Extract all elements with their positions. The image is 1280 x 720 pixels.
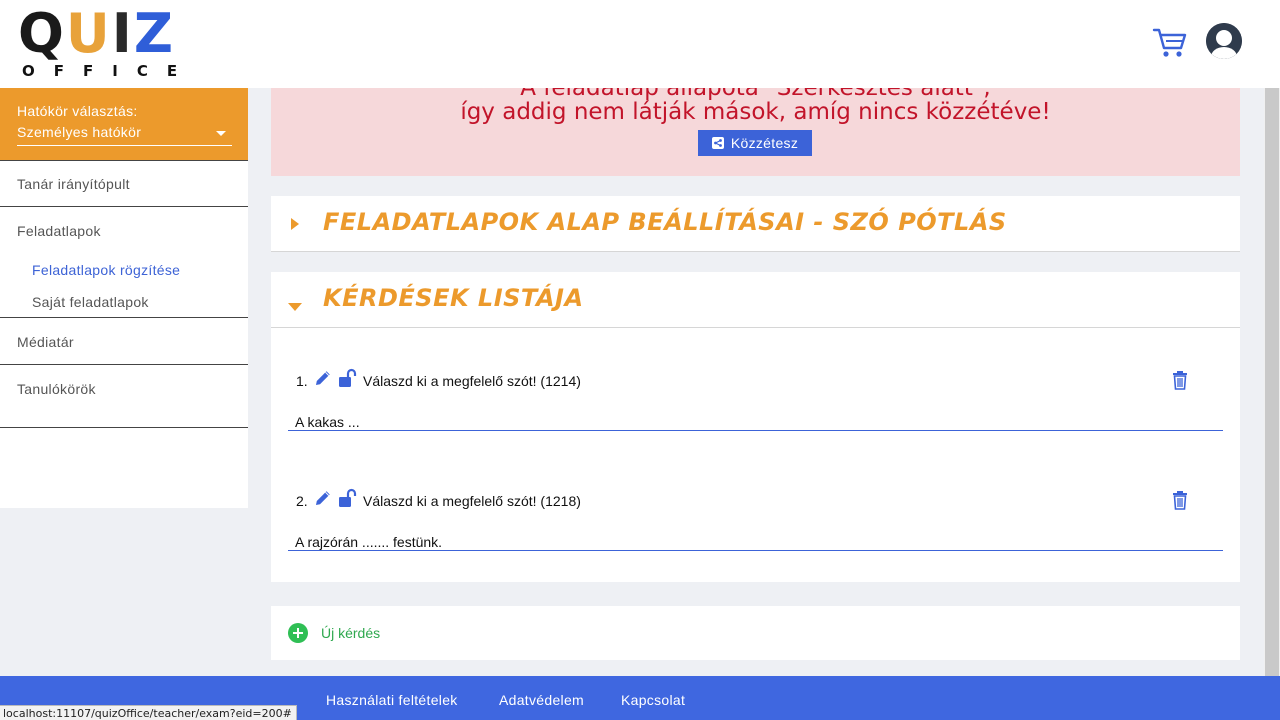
footer-link-contact[interactable]: Kapcsolat	[621, 692, 685, 708]
question-title: Válaszd ki a megfelelő szót! (1214)	[363, 373, 581, 389]
sidebar: Hatókör választás: Személyes hatókör Tan…	[0, 88, 248, 508]
footer-link-terms[interactable]: Használati feltételek	[326, 692, 458, 708]
divider	[0, 206, 248, 207]
publish-button[interactable]: Közzétesz	[698, 130, 812, 156]
share-icon	[711, 137, 724, 149]
scope-dropdown[interactable]: Személyes hatókör	[17, 124, 232, 146]
footer-link-privacy[interactable]: Adatvédelem	[499, 692, 584, 708]
question-underline	[288, 550, 1223, 551]
pencil-icon[interactable]	[314, 489, 332, 507]
questions-panel-title: KÉRDÉSEK LISTÁJA	[323, 284, 584, 312]
question-title: Válaszd ki a megfelelő szót! (1218)	[363, 493, 581, 509]
new-question-button[interactable]: Új kérdés	[288, 623, 380, 643]
scope-label: Hatókör választás:	[17, 103, 138, 119]
chevron-down-icon	[216, 131, 226, 136]
scrollbar-thumb[interactable]	[1265, 75, 1279, 676]
sidebar-item-dashboard[interactable]: Tanár irányítópult	[0, 176, 248, 192]
divider	[0, 317, 248, 318]
new-question-panel: Új kérdés	[271, 606, 1240, 660]
sidebar-item-learning-circles[interactable]: Tanulókörök	[0, 381, 248, 397]
user-avatar-icon[interactable]	[1206, 23, 1242, 59]
logo-word: QUIZ	[18, 2, 176, 65]
plus-circle-icon	[288, 623, 308, 643]
question-text: A rajzórán ....... festünk.	[295, 534, 443, 550]
scope-value: Személyes hatókör	[17, 124, 142, 140]
new-question-label: Új kérdés	[321, 625, 381, 641]
settings-panel-header[interactable]: FELADATLAPOK ALAP BEÁLLÍTÁSAI - SZÓ PÓTL…	[271, 196, 1240, 252]
sidebar-item-worksheet-create[interactable]: Feladatlapok rögzítése	[0, 262, 248, 278]
alert-message: így addig nem látják mások, amíg nincs k…	[460, 99, 1051, 125]
publish-button-label: Közzétesz	[730, 135, 799, 151]
question-number: 1.	[296, 373, 308, 389]
caret-down-icon	[288, 303, 302, 311]
sidebar-item-own-worksheets[interactable]: Saját feladatlapok	[0, 294, 248, 310]
divider	[0, 364, 248, 365]
cart-icon[interactable]	[1152, 26, 1188, 60]
caret-right-icon	[291, 218, 299, 230]
settings-panel-title: FELADATLAPOK ALAP BEÁLLÍTÁSAI - SZÓ PÓTL…	[323, 208, 1007, 236]
scope-selector: Hatókör választás: Személyes hatókör	[0, 88, 248, 160]
unlock-icon[interactable]	[338, 368, 358, 388]
trash-icon[interactable]	[1171, 370, 1189, 390]
quiz-office-logo[interactable]: QUIZ OFFICE	[18, 6, 190, 82]
question-underline	[288, 430, 1223, 431]
logo-subtitle: OFFICE	[22, 62, 197, 80]
unlock-icon[interactable]	[338, 488, 358, 508]
status-alert: A feladatlap állapota "Szerkesztés alatt…	[271, 88, 1240, 176]
questions-panel: KÉRDÉSEK LISTÁJA 1. Válaszd ki a megfele…	[271, 272, 1240, 582]
settings-panel: FELADATLAPOK ALAP BEÁLLÍTÁSAI - SZÓ PÓTL…	[271, 196, 1240, 252]
top-header: QUIZ OFFICE	[0, 0, 1280, 88]
sidebar-item-worksheets[interactable]: Feladatlapok	[0, 223, 248, 239]
question-text: A kakas ...	[295, 414, 360, 430]
divider	[0, 160, 248, 161]
trash-icon[interactable]	[1171, 490, 1189, 510]
pencil-icon[interactable]	[314, 369, 332, 387]
questions-panel-header[interactable]: KÉRDÉSEK LISTÁJA	[271, 272, 1240, 328]
browser-status-url: localhost:11107/quizOffice/teacher/exam?…	[0, 705, 297, 720]
sidebar-item-media-library[interactable]: Médiatár	[0, 334, 248, 350]
divider	[0, 427, 248, 428]
question-number: 2.	[296, 493, 308, 509]
